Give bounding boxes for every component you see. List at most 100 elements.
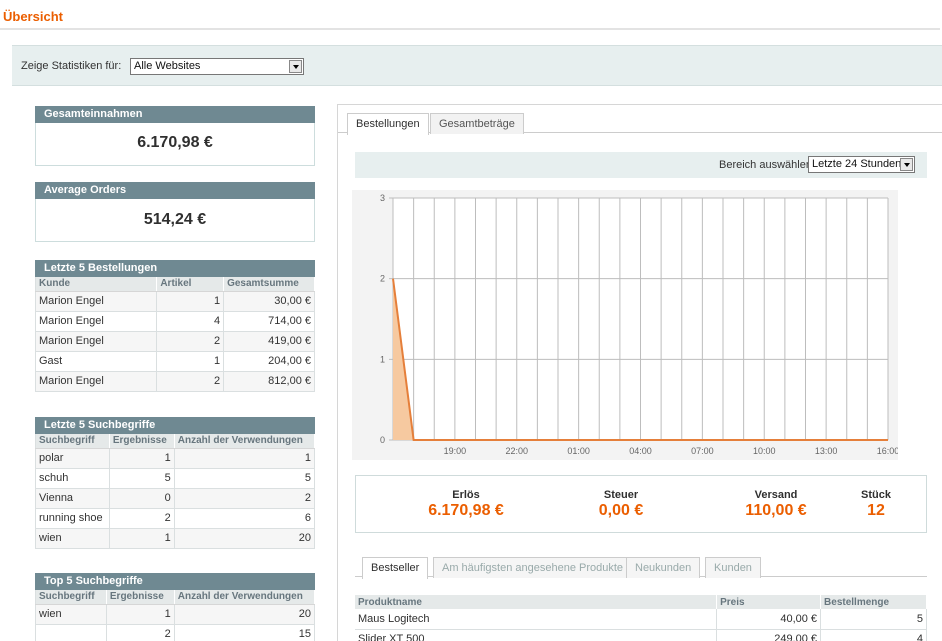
column-header[interactable]: Bestellmenge xyxy=(820,595,927,609)
table-row[interactable]: Maus Logitech 40,00 € 5 xyxy=(355,609,927,630)
last-searches-table: Suchbegriff Ergebnisse Anzahl der Verwen… xyxy=(35,434,316,549)
total-cell: 419,00 € xyxy=(223,331,315,352)
last-searches-header: Letzte 5 Suchbegriffe xyxy=(35,417,315,434)
average-orders-box: 514,24 € xyxy=(35,199,315,242)
price-cell: 249,00 € xyxy=(716,629,822,641)
range-select[interactable]: Letzte 24 Stunden xyxy=(808,156,915,173)
column-header[interactable]: Anzahl der Verwendungen xyxy=(174,590,316,605)
column-header[interactable]: Ergebnisse xyxy=(109,434,175,449)
search-term-cell xyxy=(35,624,107,641)
results-cell: 2 xyxy=(109,508,175,529)
table-row[interactable]: Marion Engel 2 812,00 € xyxy=(35,371,315,392)
uses-cell: 6 xyxy=(174,508,316,529)
y-tick-label: 3 xyxy=(380,193,385,203)
total-cell: 812,00 € xyxy=(223,371,315,392)
x-tick-label: 07:00 xyxy=(691,446,714,456)
table-row[interactable]: Marion Engel 2 419,00 € xyxy=(35,331,315,352)
total-shipping: Versand 110,00 € xyxy=(711,489,841,520)
items-cell: 1 xyxy=(156,291,225,312)
tab-most-viewed[interactable]: Am häufigsten angesehene Produkte xyxy=(433,557,633,578)
average-orders-value: 514,24 € xyxy=(143,211,207,228)
total-label: Versand xyxy=(754,489,798,501)
bestseller-table: Produktname Preis Bestellmenge Maus Logi… xyxy=(355,595,927,641)
customer-cell: Marion Engel xyxy=(35,311,158,332)
top-searches-header: Top 5 Suchbegriffe xyxy=(35,573,315,590)
total-cell: 204,00 € xyxy=(223,351,315,372)
store-switcher-bar: Zeige Statistiken für: Alle Websites xyxy=(12,45,942,86)
items-cell: 2 xyxy=(156,331,225,352)
y-tick-label: 1 xyxy=(380,354,385,364)
column-header[interactable]: Ergebnisse xyxy=(106,590,175,605)
total-value: 0,00 € xyxy=(598,502,644,519)
total-cell: 30,00 € xyxy=(223,291,315,312)
quantity-cell: 5 xyxy=(820,609,927,630)
x-tick-label: 16:00 xyxy=(877,446,898,456)
customer-cell: Marion Engel xyxy=(35,371,158,392)
dropdown-arrow-icon[interactable] xyxy=(900,158,913,171)
column-header[interactable]: Artikel xyxy=(156,277,225,292)
range-value: Letzte 24 Stunden xyxy=(812,158,902,170)
items-cell: 2 xyxy=(156,371,225,392)
table-row[interactable]: wien 1 20 xyxy=(35,604,316,625)
total-label: Steuer xyxy=(603,489,639,501)
dropdown-arrow-icon[interactable] xyxy=(289,60,302,73)
store-switcher-label: Zeige Statistiken für: xyxy=(21,60,122,72)
last-orders-table: Kunde Artikel Gesamtsumme Marion Engel 1… xyxy=(35,277,315,392)
tab-customers[interactable]: Kunden xyxy=(705,557,761,578)
title-divider xyxy=(0,28,940,30)
column-header[interactable]: Anzahl der Verwendungen xyxy=(174,434,316,449)
total-label: Stück xyxy=(861,489,891,501)
last-orders-header: Letzte 5 Bestellungen xyxy=(35,260,315,277)
uses-cell: 20 xyxy=(174,604,316,625)
table-row[interactable]: Vienna 0 2 xyxy=(35,488,316,509)
lifetime-sales-value: 6.170,98 € xyxy=(137,134,213,151)
uses-cell: 5 xyxy=(174,468,316,489)
table-row[interactable]: 2 15 xyxy=(35,624,316,641)
page-title: Übersicht xyxy=(3,9,63,24)
table-row[interactable]: Slider XT 500 249,00 € 4 xyxy=(355,629,927,641)
tab-orders[interactable]: Bestellungen xyxy=(347,113,429,135)
range-bar: Bereich auswählen: Letzte 24 Stunden xyxy=(355,152,927,178)
y-tick-label: 0 xyxy=(380,435,385,445)
table-row[interactable]: Marion Engel 4 714,00 € xyxy=(35,311,315,332)
column-header[interactable]: Preis xyxy=(716,595,822,609)
table-row[interactable]: Gast 1 204,00 € xyxy=(35,351,315,372)
search-term-cell: schuh xyxy=(35,468,110,489)
table-row[interactable]: Marion Engel 1 30,00 € xyxy=(35,291,315,312)
total-value: 12 xyxy=(867,502,885,519)
table-row[interactable]: running shoe 2 6 xyxy=(35,508,316,529)
tab-new-customers[interactable]: Neukunden xyxy=(626,557,701,578)
column-header[interactable]: Produktname xyxy=(355,595,718,609)
x-tick-label: 22:00 xyxy=(505,446,528,456)
table-row[interactable]: wien 1 20 xyxy=(35,528,316,549)
table-row[interactable]: schuh 5 5 xyxy=(35,468,316,489)
column-header[interactable]: Suchbegriff xyxy=(35,434,110,449)
tab-amounts[interactable]: Gesamtbeträge xyxy=(430,113,524,134)
store-switcher-value: Alle Websites xyxy=(134,60,201,72)
grid-tabbar: Bestseller Am häufigsten angesehene Prod… xyxy=(355,557,927,579)
customer-cell: Marion Engel xyxy=(35,331,158,352)
tab-bestsellers[interactable]: Bestseller xyxy=(362,557,429,579)
total-revenue: Erlös 6.170,98 € xyxy=(396,489,536,520)
search-term-cell: wien xyxy=(35,604,107,625)
total-cell: 714,00 € xyxy=(223,311,315,332)
x-tick-label: 10:00 xyxy=(753,446,776,456)
total-tax: Steuer 0,00 € xyxy=(571,489,671,520)
chart-tabbar: Bestellungen Gesamtbeträge xyxy=(338,113,942,135)
x-tick-label: 01:00 xyxy=(567,446,590,456)
x-tick-label: 19:00 xyxy=(444,446,467,456)
range-label: Bereich auswählen: xyxy=(718,159,815,171)
column-header[interactable]: Suchbegriff xyxy=(35,590,107,605)
column-header[interactable]: Gesamtsumme xyxy=(223,277,315,292)
table-row[interactable]: polar 1 1 xyxy=(35,448,316,469)
search-term-cell: wien xyxy=(35,528,110,549)
search-term-cell: running shoe xyxy=(35,508,110,529)
results-cell: 2 xyxy=(106,624,175,641)
totals-box: Erlös 6.170,98 € Steuer 0,00 € Versand 1… xyxy=(355,475,927,533)
orders-chart: 0 1 2 3 19:00 22:00 01:00 04:00 07:00 10:00 13:00 1… xyxy=(352,190,898,460)
results-cell: 1 xyxy=(109,528,175,549)
total-value: 6.170,98 € xyxy=(428,502,504,519)
column-header[interactable]: Kunde xyxy=(35,277,158,292)
store-switcher-select[interactable]: Alle Websites xyxy=(130,58,304,75)
product-name-cell: Slider XT 500 xyxy=(355,629,718,641)
